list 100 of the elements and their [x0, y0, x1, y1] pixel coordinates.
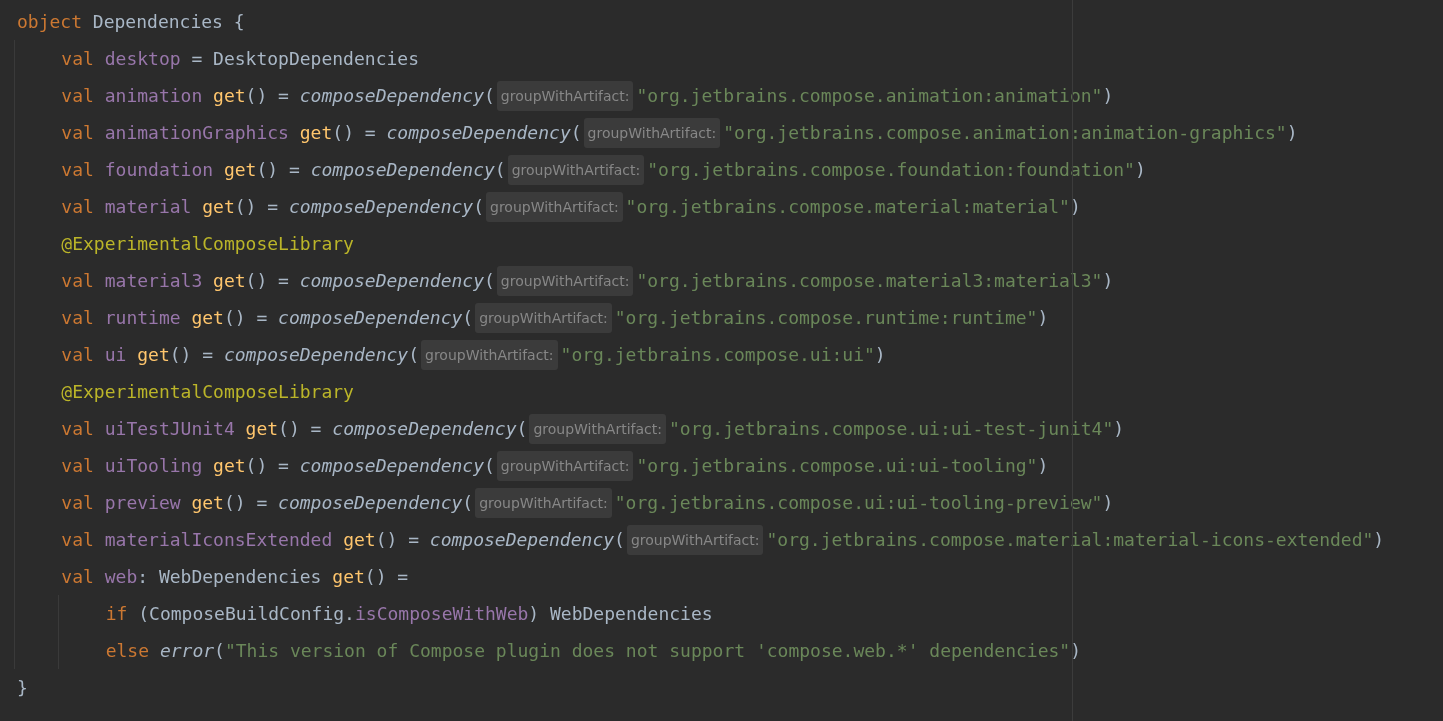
parameter-hint: groupWithArtifact: — [507, 154, 645, 185]
code-function-call: error — [159, 640, 215, 661]
code-function: get — [213, 455, 246, 476]
code-text: ) — [1286, 122, 1298, 143]
code-string: "org.jetbrains.compose.ui:ui-tooling-preview" — [614, 492, 1103, 513]
code-function: get — [202, 196, 235, 217]
code-string: "org.jetbrains.compose.material:material" — [625, 196, 1070, 217]
code-text: } — [17, 677, 28, 698]
code-text: ( — [473, 196, 485, 217]
code-identifier: runtime — [104, 307, 182, 328]
code-identifier: material — [104, 196, 193, 217]
code-function: get — [332, 566, 365, 587]
code-annotation: @ExperimentalComposeLibrary — [61, 233, 354, 254]
code-text: () = — [256, 159, 301, 180]
code-function: get — [245, 418, 279, 439]
code-keyword: val — [61, 196, 95, 217]
code-text: ( — [484, 455, 495, 476]
parameter-hint: groupWithArtifact: — [496, 265, 634, 296]
code-text: ) — [1134, 159, 1146, 180]
code-identifier: ui — [104, 344, 128, 365]
code-keyword: object — [17, 11, 84, 32]
code-function-call: composeDependency — [310, 159, 495, 180]
code-function: get — [137, 344, 170, 365]
code-keyword: val — [61, 159, 95, 180]
code-text: ( — [462, 492, 474, 513]
code-text: ) — [874, 344, 886, 365]
code-text: () = — [223, 492, 269, 513]
code-keyword: val — [61, 566, 95, 587]
code-identifier: isComposeWithWeb — [354, 603, 529, 624]
code-identifier: foundation — [104, 159, 215, 180]
code-text: ) — [1102, 270, 1114, 291]
code-text: ) — [1037, 455, 1049, 476]
code-keyword: val — [61, 122, 95, 143]
parameter-hint: groupWithArtifact: — [421, 339, 558, 370]
code-keyword: val — [61, 418, 95, 439]
code-function-call: composeDependency — [299, 270, 484, 291]
code-text: ( — [484, 85, 495, 106]
code-text: ( — [614, 529, 625, 550]
code-string: "org.jetbrains.compose.animation:animation" — [636, 85, 1103, 106]
code-string: "org.jetbrains.compose.runtime:runtime" — [614, 307, 1038, 328]
code-text: ) — [1113, 418, 1125, 439]
parameter-hint: groupWithArtifact: — [496, 80, 634, 111]
code-text: () = — [234, 196, 280, 217]
code-function-call: composeDependency — [386, 122, 571, 143]
code-keyword: val — [61, 270, 95, 291]
code-keyword: val — [61, 344, 95, 365]
code-identifier: material3 — [104, 270, 204, 291]
code-text: ( — [570, 122, 582, 143]
code-text: : WebDependencies — [137, 566, 323, 587]
code-identifier: preview — [104, 492, 182, 513]
parameter-hint: groupWithArtifact: — [486, 191, 623, 222]
code-string: "org.jetbrains.compose.ui:ui" — [560, 344, 875, 365]
code-string: "org.jetbrains.compose.ui:ui-tooling" — [636, 455, 1038, 476]
parameter-hint: groupWithArtifact: — [583, 117, 721, 148]
code-function: get — [343, 529, 376, 550]
parameter-hint: groupWithArtifact: — [475, 302, 612, 333]
code-keyword: if — [105, 603, 129, 624]
code-identifier: uiTooling — [104, 455, 204, 476]
code-keyword: val — [61, 48, 95, 69]
code-text: () = — [278, 418, 323, 439]
code-identifier: materialIconsExtended — [104, 529, 334, 550]
code-keyword: val — [61, 85, 95, 106]
code-text: () = — [169, 344, 215, 365]
code-keyword: val — [61, 307, 95, 328]
code-text: Dependencies { — [92, 11, 245, 32]
code-string: "org.jetbrains.compose.animation:animation-graphics" — [723, 122, 1287, 143]
code-function: get — [213, 270, 246, 291]
code-text: ( — [214, 640, 225, 661]
code-text: ( — [494, 159, 506, 180]
code-text: () = — [375, 529, 420, 550]
code-keyword: val — [61, 492, 95, 513]
code-function: get — [213, 85, 246, 106]
code-function: get — [223, 159, 257, 180]
code-string: "org.jetbrains.compose.ui:ui-test-junit4" — [668, 418, 1114, 439]
code-identifier: desktop — [104, 48, 181, 69]
code-text: () = — [332, 122, 377, 143]
code-annotation: @ExperimentalComposeLibrary — [61, 381, 354, 402]
code-function: get — [191, 492, 224, 513]
code-identifier: animation — [104, 85, 204, 106]
code-text: ( — [516, 418, 528, 439]
code-text: (ComposeBuildConfig. — [138, 603, 355, 624]
parameter-hint: groupWithArtifact: — [475, 487, 612, 518]
code-identifier: animationGraphics — [104, 122, 290, 143]
code-string: "This version of Compose plugin does not support 'compose.web.*' dependencies" — [224, 640, 1071, 661]
code-function-call: composeDependency — [288, 196, 474, 217]
code-keyword: else — [105, 640, 151, 661]
code-function-call: composeDependency — [278, 492, 463, 513]
code-text: () = — [245, 455, 290, 476]
code-text: ( — [408, 344, 419, 365]
parameter-hint: groupWithArtifact: — [626, 524, 764, 555]
code-text: () = — [245, 85, 290, 106]
code-string: "org.jetbrains.compose.material3:material3" — [636, 270, 1103, 291]
code-function-call: composeDependency — [299, 455, 484, 476]
code-text: () = — [223, 307, 269, 328]
code-text: = DesktopDependencies — [190, 48, 419, 69]
code-function-call: composeDependency — [332, 418, 517, 439]
code-text: ) — [1373, 529, 1385, 550]
code-function: get — [299, 122, 333, 143]
code-identifier: uiTestJUnit4 — [104, 418, 236, 439]
code-function-call: composeDependency — [429, 529, 615, 550]
